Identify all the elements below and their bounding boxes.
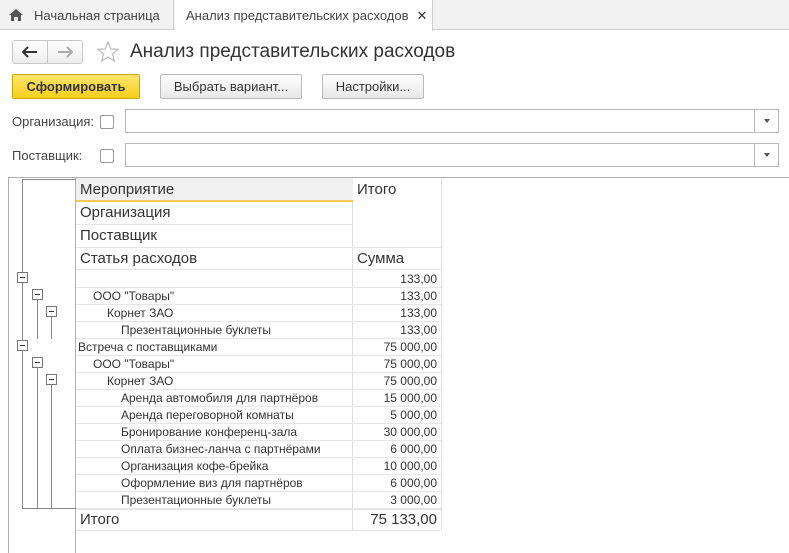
report-row-value[interactable]: 30 000,00 [353,425,437,439]
supplier-field[interactable] [125,143,755,167]
tree-line [51,385,52,508]
row-divider [76,406,441,407]
favorite-star-icon[interactable] [96,40,120,64]
tab-home-label: Начальная страница [34,7,160,23]
row-divider [76,287,441,288]
row-divider [76,372,441,373]
collapse-group-button[interactable] [32,357,43,368]
row-divider [76,269,441,270]
report-row-label[interactable]: Корнет ЗАО [107,374,173,388]
forward-button[interactable] [47,40,83,64]
header-supplier: Поставщик [80,227,157,244]
supplier-dropdown-button[interactable] [755,143,779,167]
row-divider [76,509,441,510]
tree-line [51,317,52,339]
report-row-label[interactable]: Презентационные буклеты [121,323,271,337]
header-expense-item: Статья расходов [80,250,198,267]
report-row-value[interactable]: 75 000,00 [353,340,437,354]
report-row-label[interactable]: Встреча с поставщиками [78,340,217,354]
report-row-label[interactable]: ООО "Товары" [93,357,174,371]
row-divider [76,247,441,248]
arrow-left-icon [22,46,37,58]
tree-line [22,508,76,509]
row-divider [76,338,441,339]
header-organization: Организация [80,204,171,221]
report-row-label[interactable]: Аренда автомобиля для партнёров [121,391,318,405]
supplier-label: Поставщик: [12,148,83,163]
tab-report[interactable]: Анализ представительских расходов ✕ [175,0,433,31]
tree-line [37,368,38,508]
tab-bar: Начальная страница Анализ представительс… [0,0,789,31]
row-divider [76,355,441,356]
header-event: Мероприятие [80,181,175,198]
arrow-right-icon [58,46,73,58]
tree-line [37,300,38,339]
close-icon[interactable]: ✕ [417,8,428,24]
collapse-group-button[interactable] [17,272,28,283]
report-row-value[interactable]: 6 000,00 [353,442,437,456]
report-row-value[interactable]: 75 000,00 [353,357,437,371]
report-row-label[interactable]: ООО "Товары" [93,289,174,303]
home-icon [9,9,23,21]
collapse-group-button[interactable] [32,289,43,300]
tree-line [22,179,76,180]
tree-gutter-divider [75,177,76,553]
page-title: Анализ представительских расходов [130,41,456,62]
row-divider [76,530,441,531]
row-divider [76,440,441,441]
report-row-value[interactable]: 5 000,00 [353,408,437,422]
header-sum: Сумма [357,250,405,267]
report-row-label[interactable]: Аренда переговорной комнаты [121,408,294,422]
collapse-group-button[interactable] [17,340,28,351]
collapse-group-button[interactable] [46,374,57,385]
organization-field[interactable] [125,109,755,133]
row-divider [76,321,441,322]
select-variant-button[interactable]: Выбрать вариант... [160,74,302,99]
settings-button[interactable]: Настройки... [322,74,424,99]
report-row-label[interactable]: Оформление виз для партнёров [121,476,303,490]
organization-label: Организация: [12,114,95,129]
generate-button[interactable]: Сформировать [12,74,140,99]
report-row-value[interactable]: 10 000,00 [353,459,437,473]
report-row-label[interactable]: Презентационные буклеты [121,493,271,507]
report-row-value[interactable]: 133,00 [353,306,437,320]
row-divider [76,224,353,225]
report-row-value[interactable]: 133,00 [353,272,437,286]
grand-total-label: Итого [80,511,120,528]
chevron-down-icon [763,153,770,157]
row-divider [76,474,441,475]
report-row-value[interactable]: 75 000,00 [353,374,437,388]
tree-line [22,283,23,339]
chevron-down-icon [763,119,770,123]
grand-total-value: 75 133,00 [370,511,437,528]
report-row-label[interactable]: Корнет ЗАО [107,306,173,320]
report-row-value[interactable]: 133,00 [353,323,437,337]
organization-dropdown-button[interactable] [755,109,779,133]
row-divider [76,423,441,424]
header-total: Итого [357,181,397,198]
report-row-label[interactable]: Бронирование конференц-зала [121,425,297,439]
report-row-value[interactable]: 15 000,00 [353,391,437,405]
report-row-value[interactable]: 3 000,00 [353,493,437,507]
report-row-value[interactable]: 6 000,00 [353,476,437,490]
back-button[interactable] [12,40,48,64]
organization-checkbox[interactable] [100,115,114,129]
supplier-checkbox[interactable] [100,149,114,163]
column-separator [441,178,442,530]
row-divider [76,491,441,492]
collapse-group-button[interactable] [46,306,57,317]
tab-home[interactable]: Начальная страница [0,0,174,30]
row-divider [76,389,441,390]
row-divider [76,457,441,458]
report-row-label[interactable]: Организация кофе-брейка [121,459,268,473]
row-divider [76,304,441,305]
report-row-value[interactable]: 133,00 [353,289,437,303]
report-row-label[interactable]: Оплата бизнес-ланча с партнёрами [121,442,321,456]
tab-report-label: Анализ представительских расходов [186,8,409,23]
